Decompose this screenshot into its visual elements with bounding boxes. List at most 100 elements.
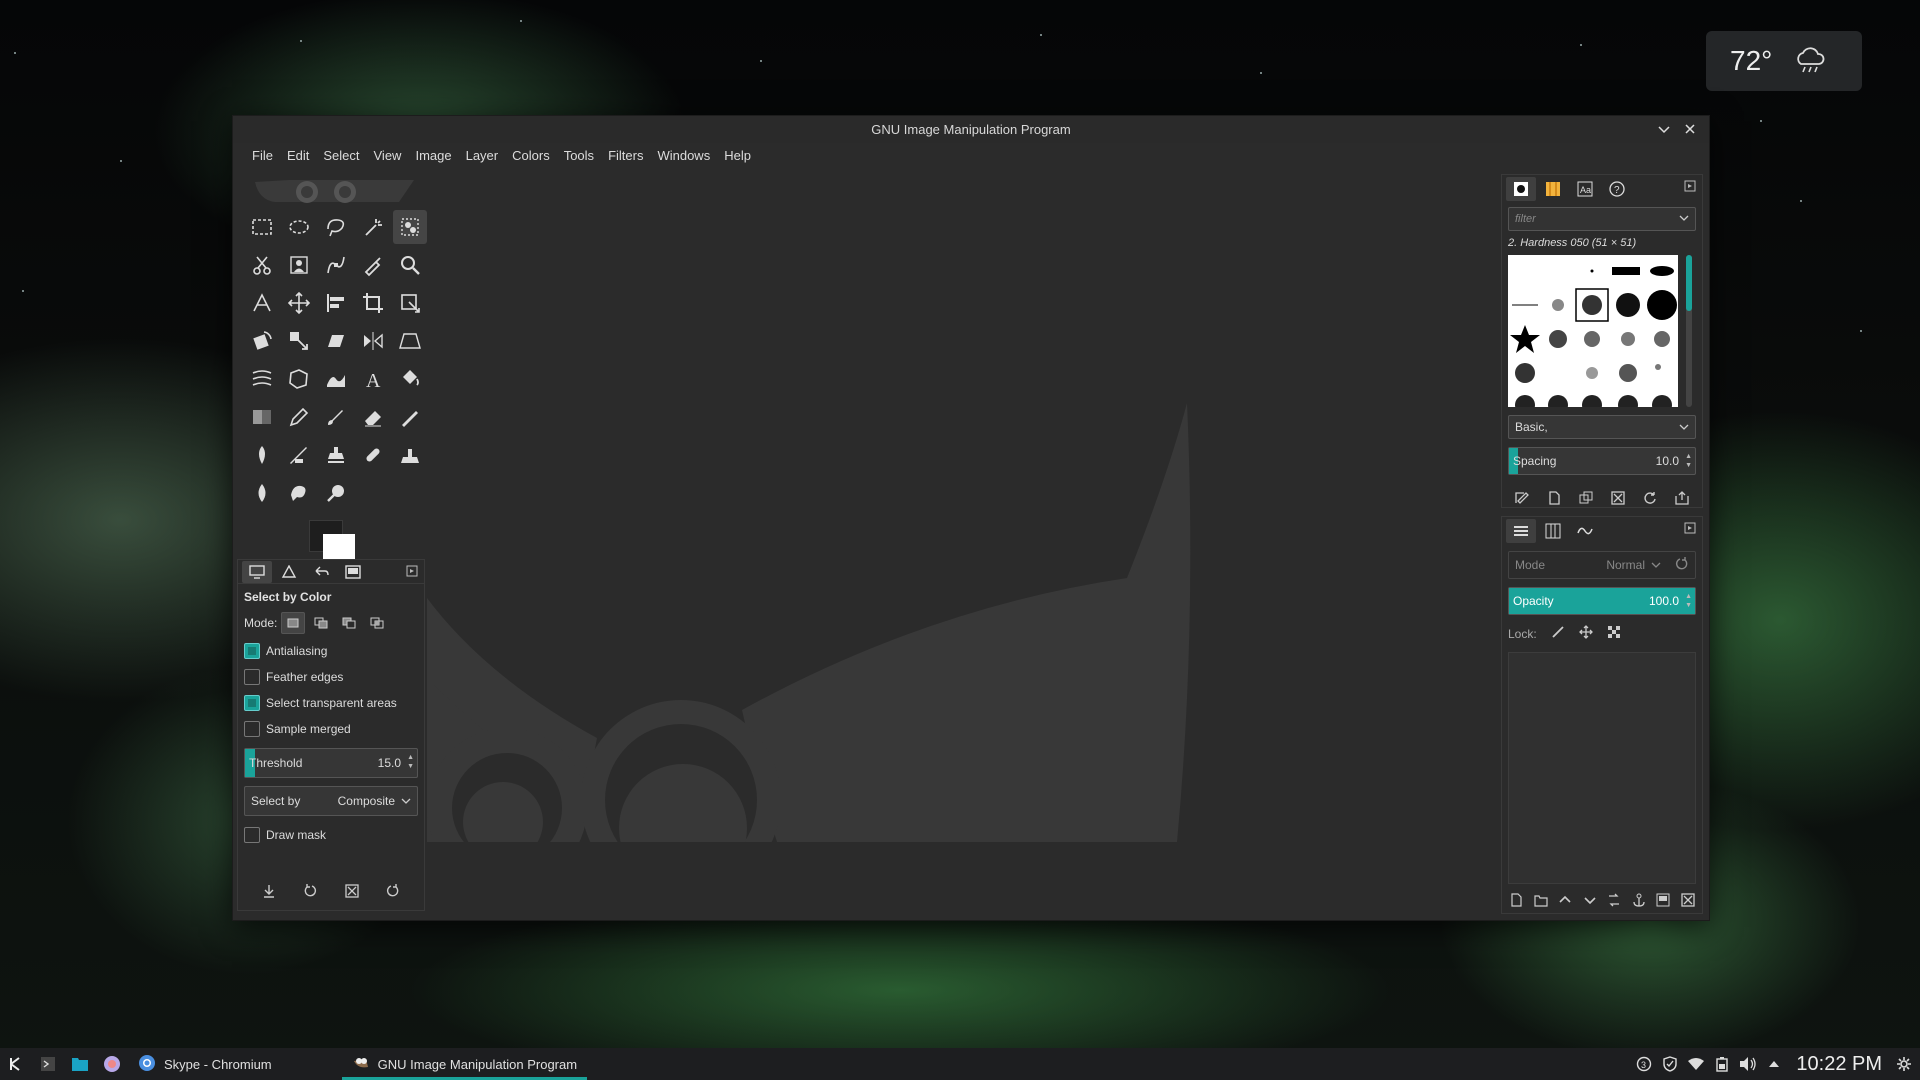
brush-filter-input[interactable]: filter: [1508, 207, 1696, 231]
move-tool-icon[interactable]: [282, 286, 316, 320]
tab-fonts[interactable]: Aa: [1570, 177, 1600, 201]
perspective-tool-icon[interactable]: [393, 324, 427, 358]
menu-windows[interactable]: Windows: [650, 143, 717, 169]
task-gimp[interactable]: GNU Image Manipulation Program: [341, 1048, 588, 1080]
paintbrush-tool-icon[interactable]: [319, 400, 353, 434]
spin-arrows-icon[interactable]: ▲ ▼: [407, 753, 414, 771]
spacing-spinner[interactable]: Spacing 10.0 ▲ ▼: [1508, 447, 1696, 475]
draw-mask-row[interactable]: Draw mask: [244, 826, 424, 844]
shield-icon[interactable]: [1660, 1054, 1680, 1074]
smudge-wave-tool-icon[interactable]: [319, 362, 353, 396]
mask-layer-icon[interactable]: [1653, 890, 1673, 910]
save-preset-icon[interactable]: [258, 880, 280, 902]
brush-scrollbar[interactable]: [1686, 255, 1692, 407]
tab-layers[interactable]: [1506, 519, 1536, 543]
select-transparent-row[interactable]: Select transparent areas: [244, 694, 424, 712]
crop-tool-icon[interactable]: [356, 286, 390, 320]
select-by-dropdown[interactable]: Select by Composite: [244, 786, 418, 816]
battery-icon[interactable]: [1712, 1054, 1732, 1074]
close-icon[interactable]: [1681, 120, 1699, 138]
delete-preset-icon[interactable]: [341, 880, 363, 902]
select-by-color-icon[interactable]: [393, 210, 427, 244]
reset-mode-icon[interactable]: [1675, 556, 1689, 574]
heal-tool-icon[interactable]: [356, 438, 390, 472]
panel-config-icon[interactable]: [1684, 180, 1696, 192]
tab-tool-options[interactable]: [242, 560, 272, 583]
threshold-spinner[interactable]: Threshold 15.0 ▲ ▼: [244, 748, 418, 778]
rotate-tool-icon[interactable]: [245, 324, 279, 358]
raise-layer-icon[interactable]: [1555, 890, 1575, 910]
anchor-layer-icon[interactable]: [1629, 890, 1649, 910]
tab-channels[interactable]: [1538, 519, 1568, 543]
refresh-brushes-icon[interactable]: [1639, 487, 1661, 509]
foreground-select-icon[interactable]: [282, 248, 316, 282]
update-icon[interactable]: 3: [1634, 1054, 1654, 1074]
sample-merged-checkbox[interactable]: [244, 721, 260, 737]
volume-icon[interactable]: [1738, 1054, 1758, 1074]
bucket-fill-icon[interactable]: [393, 362, 427, 396]
mode-intersect-button[interactable]: [365, 612, 389, 634]
brush-tag-dropdown[interactable]: Basic,: [1508, 415, 1696, 439]
spin-arrows-icon[interactable]: ▲ ▼: [1685, 592, 1692, 610]
delete-brush-icon[interactable]: [1607, 487, 1629, 509]
rect-select-icon[interactable]: [245, 210, 279, 244]
airbrush-tool-icon[interactable]: [393, 400, 427, 434]
menu-view[interactable]: View: [367, 143, 409, 169]
wilber-drop-area[interactable]: [249, 176, 425, 208]
duplicate-layer-icon[interactable]: [1604, 890, 1624, 910]
new-brush-icon[interactable]: [1543, 487, 1565, 509]
pencil-tool-icon[interactable]: [282, 400, 316, 434]
terminal-icon[interactable]: [32, 1048, 64, 1080]
tab-images[interactable]: [338, 561, 368, 583]
tab-help[interactable]: ?: [1602, 177, 1632, 201]
mode-add-button[interactable]: [309, 612, 333, 634]
align-tool-icon[interactable]: [319, 286, 353, 320]
clone-tool-icon[interactable]: [319, 438, 353, 472]
menu-layer[interactable]: Layer: [459, 143, 506, 169]
task-skype-chromium[interactable]: Skype - Chromium: [128, 1048, 282, 1080]
tray-expand-icon[interactable]: [1764, 1054, 1784, 1074]
opacity-spinner[interactable]: Opacity 100.0 ▲ ▼: [1508, 587, 1696, 615]
sample-merged-row[interactable]: Sample merged: [244, 720, 424, 738]
image-canvas[interactable]: [427, 178, 1503, 906]
panel-config-icon[interactable]: [1684, 522, 1696, 534]
title-bar[interactable]: GNU Image Manipulation Program: [233, 116, 1709, 143]
ink-tool-icon[interactable]: [245, 438, 279, 472]
dodge-burn-icon[interactable]: [319, 476, 353, 510]
menu-file[interactable]: File: [245, 143, 280, 169]
new-layer-group-icon[interactable]: [1531, 890, 1551, 910]
shear-tool-icon[interactable]: [319, 324, 353, 358]
mode-replace-button[interactable]: [281, 612, 306, 634]
unified-transform-icon[interactable]: [393, 286, 427, 320]
new-layer-icon[interactable]: [1506, 890, 1526, 910]
antialiasing-row[interactable]: Antialiasing: [244, 642, 424, 660]
app-launcher-icon[interactable]: [0, 1048, 32, 1080]
color-picker-app-icon[interactable]: [96, 1048, 128, 1080]
gear-icon[interactable]: [1894, 1054, 1914, 1074]
perspective-clone-icon[interactable]: [393, 438, 427, 472]
feather-edges-row[interactable]: Feather edges: [244, 668, 424, 686]
layer-mode-dropdown[interactable]: Mode Normal: [1508, 551, 1696, 579]
reset-icon[interactable]: [382, 880, 404, 902]
spin-arrows-icon[interactable]: ▲ ▼: [1685, 452, 1692, 470]
delete-layer-icon[interactable]: [1678, 890, 1698, 910]
free-select-icon[interactable]: [319, 210, 353, 244]
scale-tool-icon[interactable]: [282, 324, 316, 358]
scissors-select-icon[interactable]: [245, 248, 279, 282]
paths-tool-icon[interactable]: [319, 248, 353, 282]
ellipse-select-icon[interactable]: [282, 210, 316, 244]
lower-layer-icon[interactable]: [1580, 890, 1600, 910]
clock[interactable]: 10:22 PM: [1790, 1053, 1888, 1076]
blur-sharpen-icon[interactable]: [245, 476, 279, 510]
lock-alpha-icon[interactable]: [1607, 625, 1621, 642]
menu-select[interactable]: Select: [316, 143, 366, 169]
zoom-tool-icon[interactable]: [393, 248, 427, 282]
smudge-tool-icon[interactable]: [282, 476, 316, 510]
mypaint-brush-icon[interactable]: [282, 438, 316, 472]
gradient-tool-icon[interactable]: [245, 400, 279, 434]
tab-device-status[interactable]: [274, 561, 304, 583]
menu-image[interactable]: Image: [408, 143, 458, 169]
feather-edges-checkbox[interactable]: [244, 669, 260, 685]
antialiasing-checkbox[interactable]: [244, 643, 260, 659]
draw-mask-checkbox[interactable]: [244, 827, 260, 843]
